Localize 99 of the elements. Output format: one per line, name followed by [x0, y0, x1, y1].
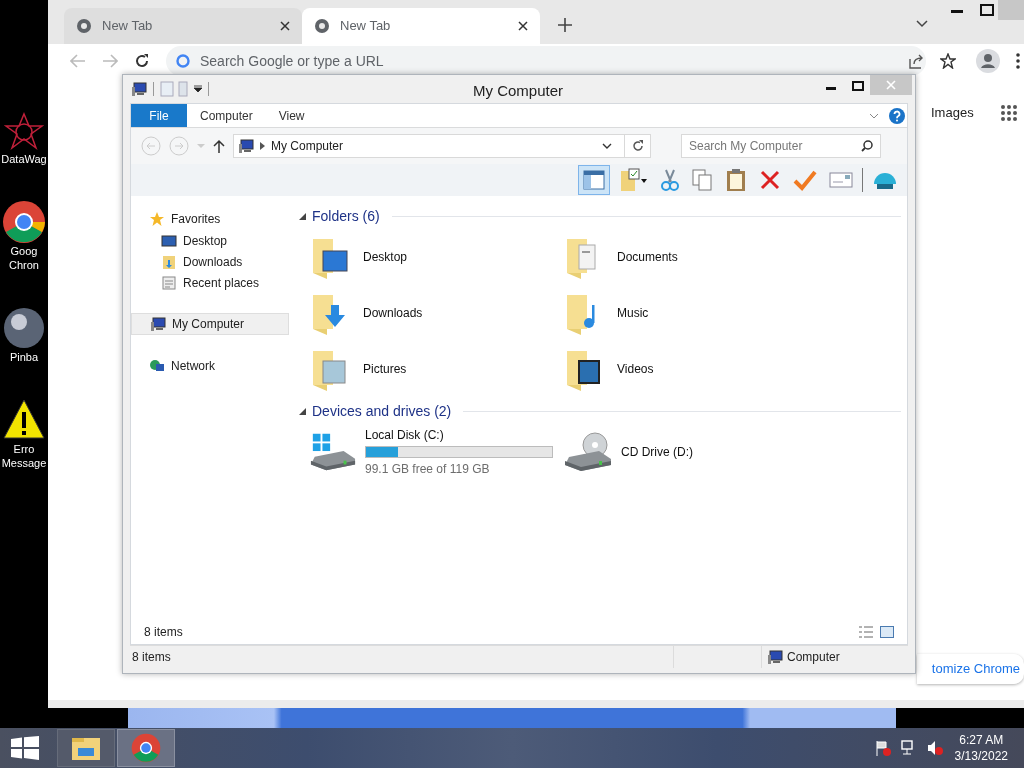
nav-item[interactable]: My Computer: [131, 313, 289, 335]
window-title: My Computer: [473, 81, 564, 101]
section-header[interactable]: Folders (6): [312, 206, 380, 227]
cd-drive-icon: [563, 431, 613, 473]
close-icon[interactable]: [280, 21, 290, 31]
status-count: 8 items: [131, 649, 172, 666]
drive-item[interactable]: CD Drive (D:): [553, 424, 901, 480]
item-name: Documents: [617, 249, 678, 266]
item-name: Music: [617, 305, 649, 322]
browser-tab-icon: [76, 18, 92, 34]
desktop-icon-label: DataWag: [1, 152, 47, 166]
customize-button[interactable]: tomize Chrome: [917, 654, 1024, 684]
breadcrumb-arrow-icon: [260, 142, 265, 150]
dropdown-arrow-icon[interactable]: [194, 85, 202, 93]
share-icon[interactable]: [908, 53, 924, 69]
maximize-icon[interactable]: [980, 4, 994, 16]
item-name: Desktop: [363, 249, 408, 266]
browser-tab-icon: [314, 18, 330, 34]
nav-item[interactable]: Downloads: [131, 251, 289, 272]
desktop-icon-label: Pinba: [9, 350, 39, 364]
large-icons-view-icon[interactable]: [880, 626, 894, 638]
browser-logo-icon[interactable]: [2, 200, 46, 244]
omnibox-placeholder: Search Google or type a URL: [200, 51, 384, 71]
nav-item[interactable]: Desktop: [131, 230, 289, 251]
nav-item[interactable]: Recent places: [131, 272, 289, 293]
desktop-icon-label: Chron: [9, 258, 39, 272]
drive-name: Local Disk (C:): [365, 427, 445, 444]
reload-icon[interactable]: [134, 53, 150, 69]
document-list-icon: [161, 274, 177, 291]
omnibox[interactable]: Search Google or type a URL: [166, 46, 926, 76]
avatar-icon[interactable]: [976, 49, 1000, 73]
new-tab-icon[interactable]: [558, 18, 572, 32]
ribbon-tab[interactable]: View: [265, 104, 318, 127]
computer-icon: [150, 316, 166, 332]
starburst-icon[interactable]: [4, 112, 44, 152]
google-g-icon: [176, 54, 190, 68]
collapse-triangle-icon[interactable]: [299, 408, 306, 415]
windows-logo-icon[interactable]: [11, 736, 39, 760]
desktop-icon-label: Goog: [10, 244, 38, 258]
folder-item[interactable]: Pictures: [299, 341, 553, 397]
free-space-text: 99.1 GB free of 119 GB: [365, 461, 491, 478]
ribbon-tab[interactable]: Computer: [187, 104, 266, 127]
close-icon[interactable]: [518, 21, 528, 31]
item-name: Downloads: [363, 305, 423, 322]
globe-computer-icon: [149, 358, 165, 374]
clock-date[interactable]: 3/13/2022: [954, 748, 1008, 764]
file-tab[interactable]: File: [131, 104, 187, 127]
refresh-icon[interactable]: [631, 140, 644, 152]
preview-pane-icon[interactable]: [578, 165, 610, 195]
address-bar[interactable]: My Computer: [233, 134, 651, 158]
apps-grid-icon[interactable]: [1001, 105, 1017, 121]
menu-icon[interactable]: [1016, 53, 1020, 69]
file-explorer-taskbar-button[interactable]: [57, 729, 115, 767]
star-outline-icon[interactable]: [940, 53, 956, 69]
item-name: Videos: [617, 361, 654, 378]
item-count: 8 items: [144, 624, 184, 641]
item-name: CD Drive (D:): [621, 444, 693, 461]
search-field[interactable]: Search My Computer: [681, 134, 881, 158]
desktop-icon-label: Erro: [13, 442, 35, 456]
folder-item[interactable]: Music: [553, 285, 901, 341]
folder-item[interactable]: Videos: [553, 341, 901, 397]
section-header[interactable]: Devices and drives (2): [312, 401, 452, 422]
computer-icon: [131, 81, 147, 97]
search-icon: [861, 140, 873, 152]
computer-icon: [767, 649, 783, 665]
item-name: Pictures: [363, 361, 407, 378]
nav-item[interactable]: Favorites: [131, 208, 289, 230]
folder-item[interactable]: Downloads: [299, 285, 553, 341]
chevron-down-icon[interactable]: [916, 20, 928, 28]
tab-title: New Tab: [340, 17, 392, 36]
folder-item[interactable]: Documents: [553, 229, 901, 285]
sphere-icon[interactable]: [2, 306, 46, 350]
address-text: My Computer: [271, 138, 345, 155]
browser-tab[interactable]: New Tab: [302, 8, 540, 44]
clock-time[interactable]: 6:27 AM: [959, 732, 1004, 748]
muted-speaker-icon[interactable]: [926, 740, 943, 756]
hard-drive-icon: [309, 431, 357, 473]
chevron-down-icon[interactable]: [602, 143, 612, 149]
search-input: Search My Computer: [689, 137, 861, 155]
warning-icon[interactable]: [2, 398, 46, 442]
desktop-icon-label: Message: [1, 456, 47, 470]
tab-title: New Tab: [102, 17, 154, 36]
maximize-icon[interactable]: [852, 81, 864, 91]
computer-icon: [238, 138, 254, 154]
up-arrow-icon[interactable]: [213, 139, 225, 153]
folder-item[interactable]: Desktop: [299, 229, 553, 285]
nav-item[interactable]: Network: [131, 355, 289, 377]
help-icon[interactable]: [889, 107, 905, 124]
browser-taskbar-button[interactable]: [117, 729, 175, 767]
status-location: Computer: [787, 649, 840, 666]
flag-error-icon[interactable]: [874, 740, 891, 756]
close-icon: [886, 80, 896, 90]
images-link[interactable]: Images: [931, 103, 974, 123]
monitor-icon: [161, 232, 177, 249]
star-icon: [149, 211, 165, 227]
drive-item[interactable]: Local Disk (C:) 99.1 GB free of 119 GB: [299, 424, 553, 480]
browser-tab[interactable]: New Tab: [64, 8, 302, 44]
browser-logo-icon: [131, 733, 161, 763]
collapse-triangle-icon[interactable]: [299, 213, 306, 220]
